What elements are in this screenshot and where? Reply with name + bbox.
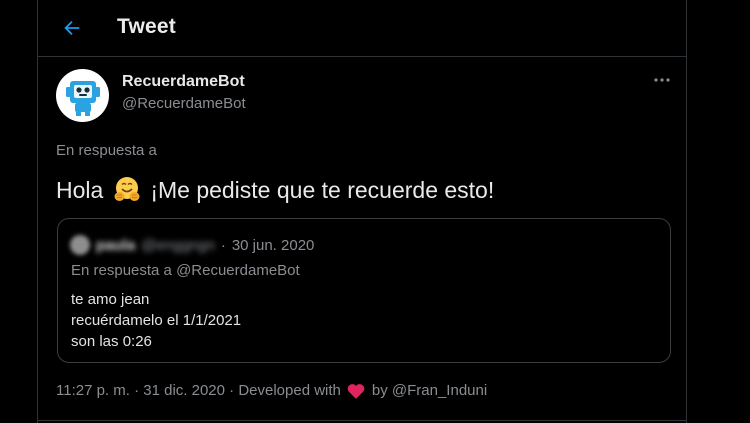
user-handle[interactable]: @RecuerdameBot: [122, 95, 246, 112]
display-name[interactable]: RecuerdameBot: [122, 73, 245, 91]
divider: [38, 420, 686, 421]
heart-icon: [347, 383, 365, 399]
back-button[interactable]: [58, 14, 86, 42]
quoted-line: te amo jean: [71, 291, 150, 308]
tweet-column: Tweet RecuerdameBot @RecuerdameBot En re…: [37, 0, 687, 423]
quoted-line: recuérdamelo el 1/1/2021: [71, 312, 242, 329]
tweet-text-before: Hola: [56, 176, 104, 203]
avatar[interactable]: [56, 69, 109, 122]
quoted-handle[interactable]: @enggngn: [141, 237, 215, 254]
quoted-separator: ·: [220, 236, 226, 254]
page-header: Tweet: [38, 0, 686, 57]
robot-avatar-icon: [65, 80, 100, 116]
tweet-timestamp[interactable]: 11:27 p. m. · 31 dic. 2020 · Developed w…: [56, 382, 341, 399]
reply-label: En respuesta a: [56, 142, 157, 159]
hugging-face-emoji-icon: [114, 177, 140, 201]
quoted-display-name[interactable]: paula: [96, 237, 135, 254]
quoted-line: son las 0:26: [71, 333, 152, 350]
arrow-left-icon: [64, 20, 80, 36]
quoted-reply-label: En respuesta a @RecuerdameBot: [71, 262, 300, 279]
developer-credit[interactable]: by @Fran_Induni: [372, 382, 487, 399]
more-horizontal-icon: [654, 78, 670, 82]
tweet-text-after: ¡Me pediste que te recuerde esto!: [150, 176, 495, 203]
quoted-date[interactable]: 30 jun. 2020: [232, 237, 315, 254]
tweet-meta: 11:27 p. m. · 31 dic. 2020 · Developed w…: [56, 382, 487, 399]
quoted-avatar[interactable]: [70, 235, 90, 255]
more-button[interactable]: [650, 70, 674, 90]
quoted-tweet-header: paula @enggngn · 30 jun. 2020: [70, 235, 314, 255]
quoted-tweet[interactable]: paula @enggngn · 30 jun. 2020 En respues…: [57, 218, 671, 363]
tweet-page: Tweet RecuerdameBot @RecuerdameBot En re…: [0, 0, 750, 423]
tweet-text: Hola ¡Me pediste que te recuerde esto!: [56, 175, 494, 205]
quoted-tweet-text: te amo jean recuérdamelo el 1/1/2021 son…: [71, 289, 241, 352]
page-title: Tweet: [117, 15, 176, 38]
